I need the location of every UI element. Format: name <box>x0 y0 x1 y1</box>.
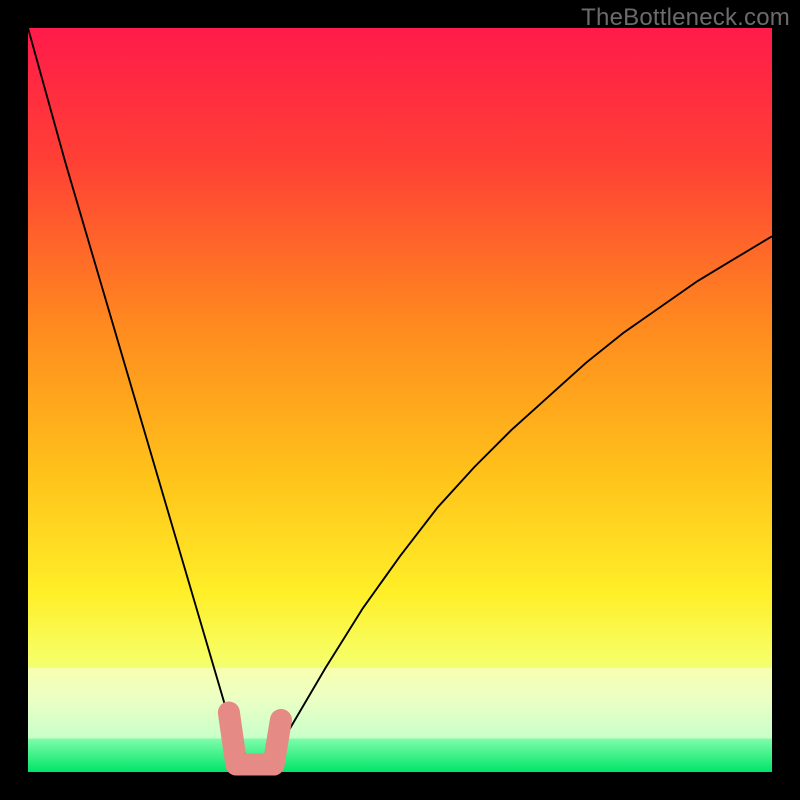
plot-background <box>28 28 772 772</box>
chart-frame: TheBottleneck.com <box>0 0 800 800</box>
highlight-band <box>28 668 772 739</box>
bottleneck-chart <box>0 0 800 800</box>
